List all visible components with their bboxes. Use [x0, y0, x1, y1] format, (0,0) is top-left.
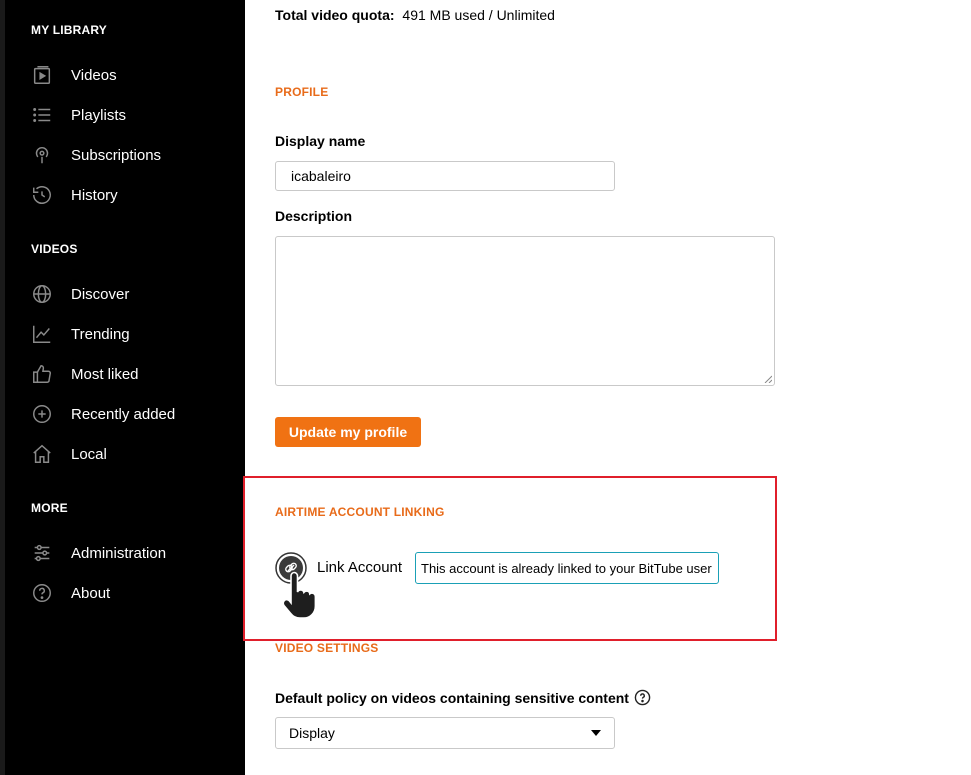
main-content: Total video quota: 491 MB used / Unlimit… [243, 0, 971, 775]
sensitive-content-label-row: Default policy on videos containing sens… [275, 689, 651, 706]
sidebar-item-discover[interactable]: Discover [31, 279, 231, 309]
sliders-icon [31, 542, 53, 564]
sidebar-item-label: Subscriptions [71, 146, 162, 164]
sidebar-item-administration[interactable]: Administration [31, 538, 231, 568]
video-icon [31, 64, 53, 86]
sidebar-item-most-liked[interactable]: Most liked [31, 359, 231, 389]
sidebar-item-videos[interactable]: Videos [31, 60, 231, 90]
section-title-more: MORE [31, 501, 68, 515]
globe-icon [31, 283, 53, 305]
resize-handle-icon[interactable] [764, 375, 772, 383]
linked-tooltip: This account is already linked to your B… [415, 552, 719, 584]
section-title-videos: VIDEOS [31, 242, 78, 256]
sidebar-item-label: Most liked [71, 365, 139, 383]
sidebar-item-label: Recently added [71, 405, 176, 423]
profile-section-title: PROFILE [275, 85, 329, 99]
sidebar-item-recently-added[interactable]: Recently added [31, 399, 231, 429]
sidebar-item-label: Videos [71, 66, 117, 84]
sidebar-item-label: Administration [71, 544, 167, 562]
help-icon [31, 582, 53, 604]
link-account-label: Link Account [317, 559, 403, 576]
description-textarea[interactable] [275, 236, 775, 386]
display-name-label: Display name [275, 133, 366, 149]
sidebar-item-label: Trending [71, 325, 130, 343]
sidebar-item-trending[interactable]: Trending [31, 319, 231, 349]
chevron-down-icon [591, 730, 601, 736]
sidebar-item-label: History [71, 186, 118, 204]
sidebar-item-history[interactable]: History [31, 180, 231, 210]
podcast-icon [31, 144, 53, 166]
airtime-section-title: AIRTIME ACCOUNT LINKING [275, 505, 445, 519]
section-title-my-library: MY LIBRARY [31, 23, 108, 37]
quota-value: 491 MB used / Unlimited [402, 7, 555, 23]
sidebar-item-label: Discover [71, 285, 130, 303]
description-value [276, 237, 774, 253]
trending-icon [31, 323, 53, 345]
help-icon[interactable] [634, 689, 651, 706]
sensitive-content-label: Default policy on videos containing sens… [275, 689, 629, 706]
sidebar-item-about[interactable]: About [31, 578, 231, 608]
sidebar-item-label: Playlists [71, 106, 127, 124]
home-icon [31, 443, 53, 465]
sidebar-item-label: Local [71, 445, 107, 463]
sidebar-edge [0, 0, 5, 775]
sidebar-item-subscriptions[interactable]: Subscriptions [31, 140, 231, 170]
sensitive-content-select[interactable]: Display [275, 717, 615, 749]
hand-cursor-icon [282, 571, 317, 619]
video-quota: Total video quota: 491 MB used / Unlimit… [275, 7, 555, 23]
display-name-input[interactable]: icabaleiro [275, 161, 615, 191]
quota-label: Total video quota: [275, 7, 395, 23]
sidebar-item-local[interactable]: Local [31, 439, 231, 469]
select-value: Display [289, 725, 335, 741]
description-label: Description [275, 208, 353, 224]
update-profile-button[interactable]: Update my profile [275, 417, 421, 447]
video-settings-title: VIDEO SETTINGS [275, 641, 379, 655]
plus-circle-icon [31, 403, 53, 425]
sidebar: MY LIBRARY Videos Playlists Subscription… [0, 0, 245, 775]
history-icon [31, 184, 53, 206]
sidebar-item-playlists[interactable]: Playlists [31, 100, 231, 130]
list-icon [31, 104, 53, 126]
sidebar-item-label: About [71, 584, 111, 602]
thumbs-up-icon [31, 363, 53, 385]
